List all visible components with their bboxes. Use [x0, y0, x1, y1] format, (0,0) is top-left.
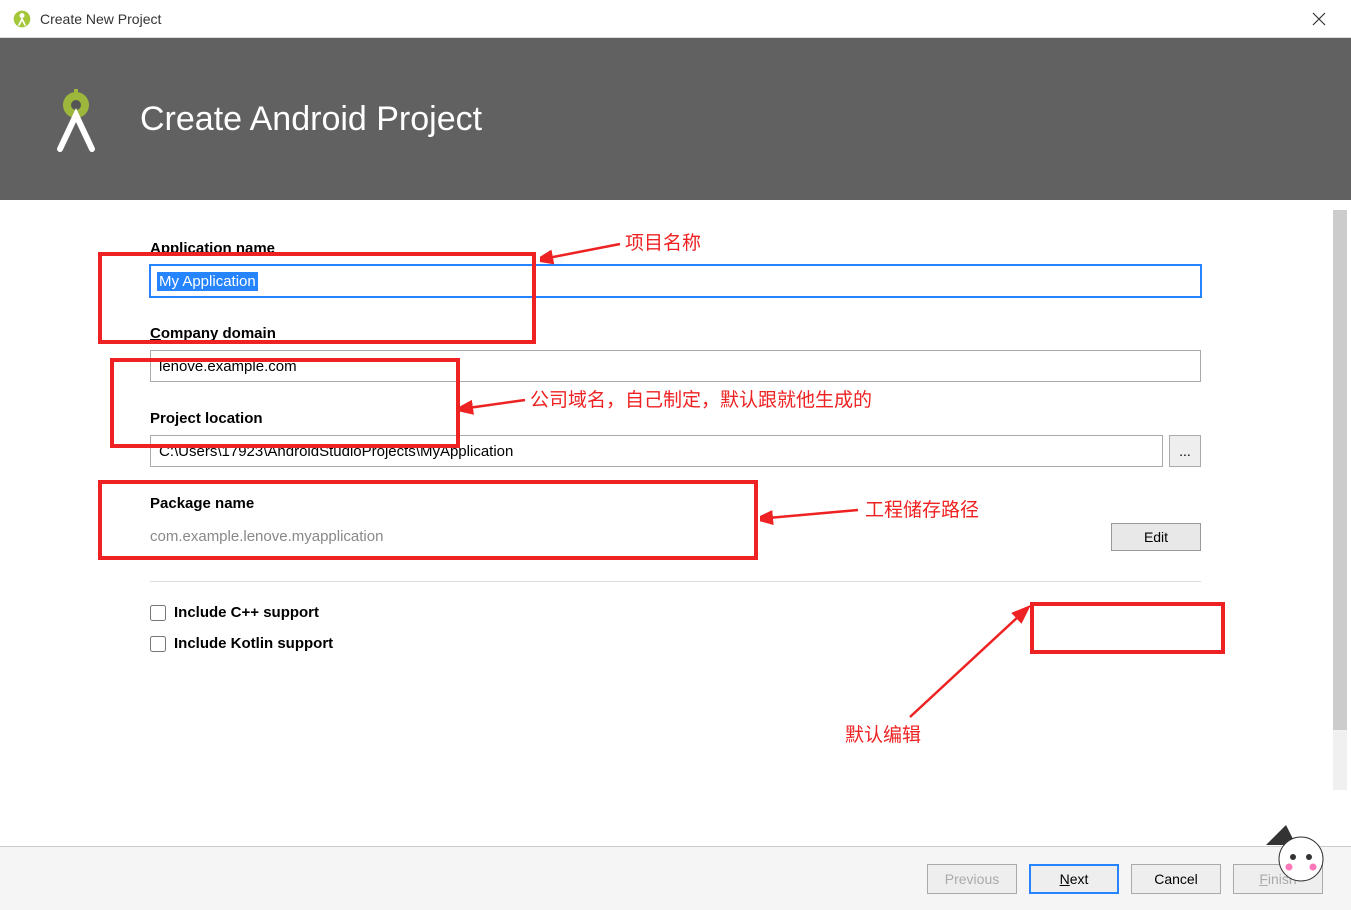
kotlin-support-checkbox[interactable] — [150, 636, 166, 652]
application-name-label: Application name — [150, 240, 1201, 257]
titlebar: Create New Project — [0, 0, 1351, 38]
company-domain-input[interactable] — [150, 350, 1201, 382]
wizard-content: Application name My Application Company … — [0, 200, 1351, 686]
android-studio-logo-icon — [40, 83, 112, 155]
wizard-title: Create Android Project — [140, 100, 482, 139]
project-location-label: Project location — [150, 410, 1201, 427]
kotlin-support-label: Include Kotlin support — [174, 635, 333, 652]
package-name-value: com.example.lenove.myapplication — [150, 520, 1111, 553]
package-name-label: Package name — [150, 495, 1201, 512]
divider — [150, 581, 1201, 582]
application-name-group: Application name My Application — [150, 240, 1201, 297]
wizard-footer: Previous Next Cancel Finish — [0, 846, 1351, 910]
close-button[interactable] — [1299, 4, 1339, 34]
cancel-button[interactable]: Cancel — [1131, 864, 1221, 894]
kotlin-support-row: Include Kotlin support — [150, 635, 1201, 652]
application-name-input[interactable]: My Application — [150, 265, 1201, 297]
wizard-header: Create Android Project — [0, 38, 1351, 200]
next-button[interactable]: Next — [1029, 864, 1119, 894]
annotation-text-edit: 默认编辑 — [845, 720, 921, 747]
company-domain-group: Company domain — [150, 325, 1201, 382]
edit-button[interactable]: Edit — [1111, 523, 1201, 551]
window-title: Create New Project — [40, 11, 161, 27]
cpp-support-checkbox[interactable] — [150, 605, 166, 621]
scrollbar[interactable] — [1333, 210, 1347, 790]
cpp-support-label: Include C++ support — [174, 604, 319, 621]
watermark-icon — [1261, 817, 1331, 890]
project-location-input[interactable] — [150, 435, 1163, 467]
app-icon — [12, 9, 32, 29]
package-name-group: Package name com.example.lenove.myapplic… — [150, 495, 1201, 553]
scrollbar-thumb[interactable] — [1333, 210, 1347, 730]
company-domain-label: Company domain — [150, 325, 1201, 342]
browse-button[interactable]: ... — [1169, 435, 1201, 467]
previous-button[interactable]: Previous — [927, 864, 1017, 894]
cpp-support-row: Include C++ support — [150, 604, 1201, 621]
project-location-group: Project location ... — [150, 410, 1201, 467]
